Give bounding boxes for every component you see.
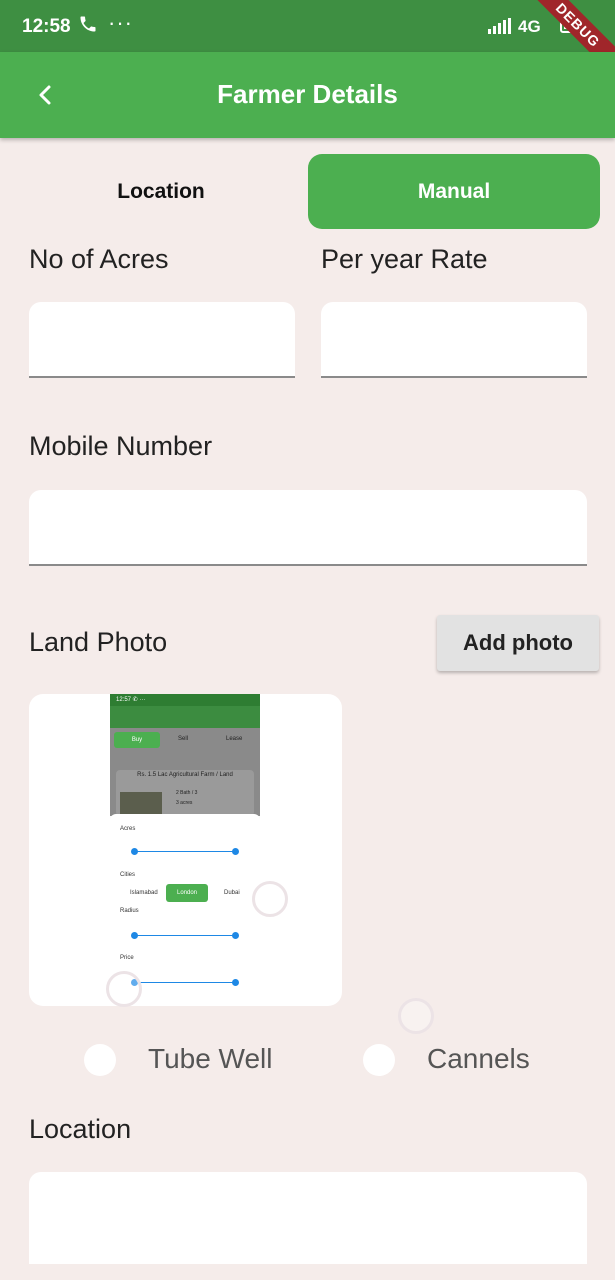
photo-thumbnail: 12:57 ✆ ··· Buy Sell Lease Rs. 1.5 Lac A…	[110, 694, 260, 1006]
touch-ripple	[252, 881, 288, 917]
tab-location[interactable]: Location	[16, 154, 306, 229]
tab-manual[interactable]: Manual	[308, 154, 600, 229]
thumb-line-1: 2 Bath / 3	[176, 790, 198, 796]
mobile-input[interactable]	[29, 490, 587, 566]
phone-call-icon	[78, 14, 98, 39]
status-time: 12:58	[22, 16, 71, 37]
rate-input[interactable]	[321, 302, 587, 378]
network-type: 4G	[518, 17, 541, 36]
more-notifications-icon: ···	[108, 10, 133, 35]
cannels-label: Cannels	[427, 1043, 530, 1074]
location-label: Location	[29, 1114, 132, 1144]
thumb-city-3: Dubai	[224, 890, 240, 896]
page-title: Farmer Details	[217, 79, 398, 109]
thumb-filter-acres: Acres	[120, 826, 136, 832]
rate-label: Per year Rate	[321, 244, 488, 274]
thumb-tab-buy: Buy	[114, 732, 160, 748]
acres-input[interactable]	[29, 302, 295, 378]
touch-ripple	[106, 971, 142, 1007]
thumb-city-2: London	[166, 884, 208, 902]
thumb-filter-price: Price	[120, 955, 134, 961]
radio-tube-well[interactable]	[84, 1044, 116, 1076]
thumb-filter-cities: Cities	[120, 872, 136, 878]
thumb-listing-title: Rs. 1.5 Lac Agricultural Farm / Land	[137, 772, 233, 778]
battery-icon	[560, 16, 586, 39]
tube-well-label: Tube Well	[148, 1043, 273, 1074]
status-bar: 12:58 ··· 4G	[0, 0, 615, 52]
thumb-tab-sell: Sell	[178, 736, 189, 742]
radio-cannels[interactable]	[363, 1044, 395, 1076]
touch-ripple	[398, 998, 434, 1034]
land-photo-preview[interactable]: 12:57 ✆ ··· Buy Sell Lease Rs. 1.5 Lac A…	[29, 694, 342, 1006]
thumb-tab-lease: Lease	[226, 736, 243, 742]
land-photo-label: Land Photo	[29, 627, 168, 657]
app-bar: Farmer Details	[0, 52, 615, 138]
thumb-status-text: 12:57 ✆ ···	[116, 697, 146, 703]
add-photo-button[interactable]: Add photo	[437, 615, 599, 671]
thumb-line-2: 3 acres	[176, 800, 193, 806]
location-input[interactable]	[29, 1172, 587, 1264]
thumb-filter-radius: Radius	[120, 908, 139, 914]
thumb-city-1: Islamabad	[130, 890, 158, 896]
acres-label: No of Acres	[29, 244, 169, 274]
signal-icon	[488, 18, 514, 39]
mobile-label: Mobile Number	[29, 431, 213, 461]
